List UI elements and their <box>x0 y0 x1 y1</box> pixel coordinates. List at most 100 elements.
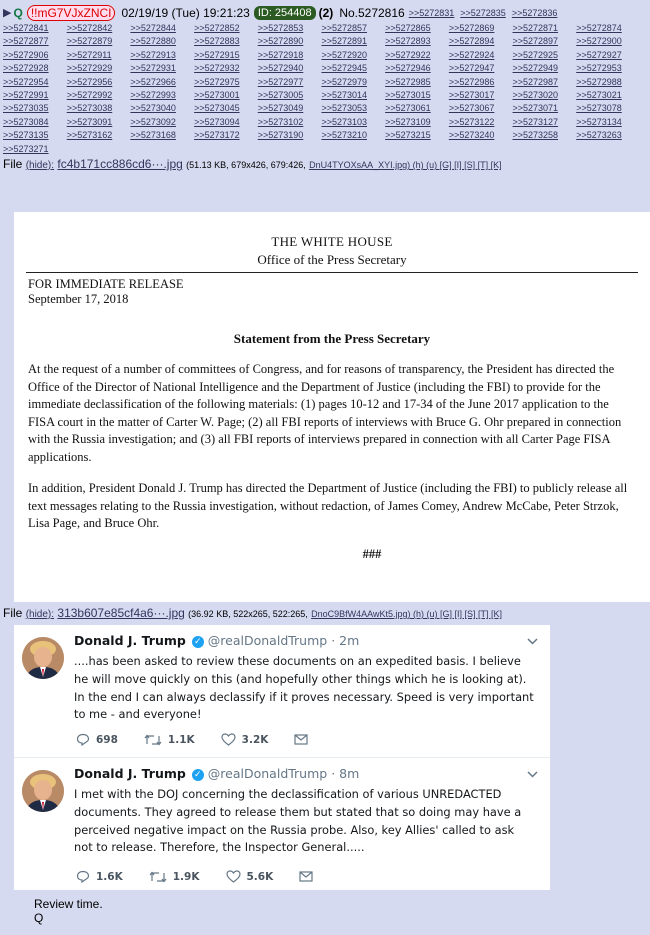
backlink[interactable]: >>5273240 <box>449 129 513 142</box>
backlink[interactable]: >>5272844 <box>130 22 194 35</box>
backlink[interactable]: >>5272922 <box>385 49 449 62</box>
backlink[interactable]: >>5273102 <box>258 116 322 129</box>
backlink[interactable]: >>5273035 <box>3 102 67 115</box>
backlink[interactable]: >>5273071 <box>513 102 577 115</box>
backlink[interactable]: >>5273127 <box>513 116 577 129</box>
backlink[interactable]: >>5272853 <box>258 22 322 35</box>
hide-file-link[interactable]: (hide): <box>26 160 54 171</box>
backlink[interactable]: >>5272956 <box>67 76 131 89</box>
backlink[interactable]: >>5272987 <box>513 76 577 89</box>
backlink[interactable]: >>5272890 <box>258 35 322 48</box>
backlink[interactable]: >>5272949 <box>513 62 577 75</box>
backlink[interactable]: >>5273045 <box>194 102 258 115</box>
backlink[interactable]: >>5272874 <box>576 22 640 35</box>
backlink[interactable]: >>5272953 <box>576 62 640 75</box>
backlink[interactable]: >>5273021 <box>576 89 640 102</box>
backlink[interactable]: >>5273038 <box>67 102 131 115</box>
backlink[interactable]: >>5272865 <box>385 22 449 35</box>
backlink[interactable]: >>5272897 <box>513 35 577 48</box>
backlink[interactable]: >>5272871 <box>513 22 577 35</box>
backlink[interactable]: >>5272913 <box>130 49 194 62</box>
backlink[interactable]: >>5272883 <box>194 35 258 48</box>
poster-id[interactable]: ID: 254408 <box>253 6 316 20</box>
backlink[interactable]: >>5272977 <box>258 76 322 89</box>
backlink[interactable]: >>5272836 <box>512 6 558 20</box>
backlink[interactable]: >>5272920 <box>321 49 385 62</box>
backlink[interactable]: >>5273092 <box>130 116 194 129</box>
backlink[interactable]: >>5272893 <box>385 35 449 48</box>
backlink[interactable]: >>5272927 <box>576 49 640 62</box>
backlink[interactable]: >>5272911 <box>67 49 131 62</box>
backlink[interactable]: >>5272979 <box>321 76 385 89</box>
backlink[interactable]: >>5273210 <box>321 129 385 142</box>
backlink[interactable]: >>5272880 <box>130 35 194 48</box>
backlink[interactable]: >>5272841 <box>3 22 67 35</box>
backlink[interactable]: >>5273109 <box>385 116 449 129</box>
tweets-image[interactable]: Donald J. Trump ✓ @realDonaldTrump · 2m … <box>14 625 550 890</box>
backlink[interactable]: >>5272940 <box>258 62 322 75</box>
backlink[interactable]: >>5273190 <box>258 129 322 142</box>
backlink[interactable]: >>5273103 <box>321 116 385 129</box>
backlink[interactable]: >>5272924 <box>449 49 513 62</box>
backlink[interactable]: >>5272918 <box>258 49 322 62</box>
backlink[interactable]: >>5272894 <box>449 35 513 48</box>
backlink[interactable]: >>5273049 <box>258 102 322 115</box>
backlink[interactable]: >>5273005 <box>258 89 322 102</box>
backlink[interactable]: >>5273094 <box>194 116 258 129</box>
file-name-link[interactable]: 313b607e85cf4a6···.jpg <box>57 606 184 620</box>
backlink[interactable]: >>5272842 <box>67 22 131 35</box>
post-menu-arrow-icon[interactable]: ▶ <box>3 6 11 20</box>
backlink[interactable]: >>5273040 <box>130 102 194 115</box>
backlink[interactable]: >>5272915 <box>194 49 258 62</box>
backlink[interactable]: >>5273014 <box>321 89 385 102</box>
backlink[interactable]: >>5272900 <box>576 35 640 48</box>
backlink[interactable]: >>5272946 <box>385 62 449 75</box>
backlink[interactable]: >>5272877 <box>3 35 67 48</box>
backlink[interactable]: >>5272966 <box>130 76 194 89</box>
backlink[interactable]: >>5273263 <box>576 129 640 142</box>
backlink[interactable]: >>5272992 <box>67 89 131 102</box>
hide-file-link[interactable]: (hide): <box>26 609 54 620</box>
backlink[interactable]: >>5272993 <box>130 89 194 102</box>
backlink[interactable]: >>5273091 <box>67 116 131 129</box>
backlink[interactable]: >>5272906 <box>3 49 67 62</box>
backlink[interactable]: >>5272891 <box>321 35 385 48</box>
backlink[interactable]: >>5272945 <box>321 62 385 75</box>
backlink[interactable]: >>5272928 <box>3 62 67 75</box>
backlink[interactable]: >>5273162 <box>67 129 131 142</box>
backlink[interactable]: >>5273015 <box>385 89 449 102</box>
backlink[interactable]: >>5273084 <box>3 116 67 129</box>
backlink[interactable]: >>5272947 <box>449 62 513 75</box>
backlink[interactable]: >>5272985 <box>385 76 449 89</box>
file-actions[interactable]: ) (h) (u) [G] [I] [S] [T] [K] <box>407 160 502 170</box>
backlink[interactable]: >>5272986 <box>449 76 513 89</box>
backlink[interactable]: >>5272988 <box>576 76 640 89</box>
backlink[interactable]: >>5273258 <box>513 129 577 142</box>
backlink[interactable]: >>5272929 <box>67 62 131 75</box>
file-actions[interactable]: ) (h) (u) [G] [I] [S] [T] [K] <box>408 609 503 619</box>
original-filename-link[interactable]: DnoC9BfW4AAwKt5.jpg <box>311 609 407 619</box>
backlink[interactable]: >>5272954 <box>3 76 67 89</box>
backlink[interactable]: >>5273135 <box>3 129 67 142</box>
backlink[interactable]: >>5272931 <box>130 62 194 75</box>
backlink[interactable]: >>5272991 <box>3 89 67 102</box>
backlink[interactable]: >>5273020 <box>513 89 577 102</box>
backlink[interactable]: >>5272925 <box>513 49 577 62</box>
backlink[interactable]: >>5273122 <box>449 116 513 129</box>
backlink[interactable]: >>5273078 <box>576 102 640 115</box>
backlink[interactable]: >>5273017 <box>449 89 513 102</box>
backlink[interactable]: >>5273172 <box>194 129 258 142</box>
backlink[interactable]: >>5272835 <box>460 6 506 20</box>
backlink[interactable]: >>5273067 <box>449 102 513 115</box>
backlink[interactable]: >>5272879 <box>67 35 131 48</box>
backlink[interactable]: >>5272932 <box>194 62 258 75</box>
original-filename-link[interactable]: DnU4TYOXsAA_XYI.jpg <box>309 160 407 170</box>
backlink[interactable]: >>5272831 <box>409 6 455 20</box>
post-number[interactable]: No.5272816 <box>339 6 404 20</box>
backlink[interactable]: >>5272975 <box>194 76 258 89</box>
press-release-image[interactable]: THE WHITE HOUSE Office of the Press Secr… <box>14 212 650 602</box>
backlink[interactable]: >>5272857 <box>321 22 385 35</box>
backlink[interactable]: >>5272852 <box>194 22 258 35</box>
backlink[interactable]: >>5273168 <box>130 129 194 142</box>
backlink[interactable]: >>5273061 <box>385 102 449 115</box>
